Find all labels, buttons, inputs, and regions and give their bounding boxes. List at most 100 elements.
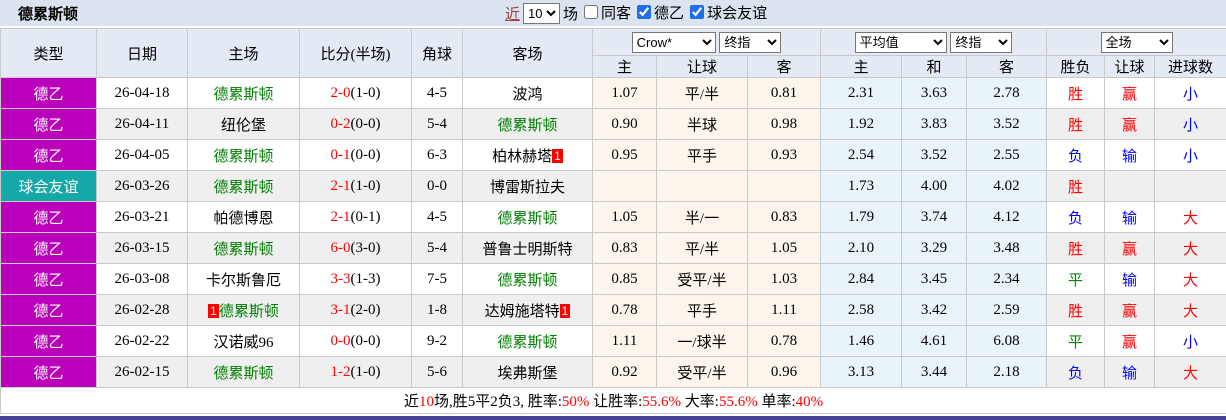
handicap-stage-select[interactable]: 终指 (719, 31, 782, 53)
result-handicap-cell: 输 (1104, 263, 1156, 295)
result-handicap-cell: 输 (1104, 201, 1156, 233)
handicap-home-odds-cell: 0.92 (592, 356, 657, 388)
result-handicap-cell: 赢 (1104, 232, 1156, 264)
recent-link[interactable]: 近 (505, 3, 520, 24)
handicap-away-odds-cell: 0.96 (747, 356, 821, 388)
filter-checkbox[interactable]: 德乙 (631, 2, 684, 23)
handicap-line-cell: 一/球半 (656, 325, 748, 357)
checkbox-input[interactable] (690, 5, 705, 20)
handicap-line-cell (656, 170, 748, 202)
result-wdl-cell: 胜 (1046, 108, 1106, 140)
summary-footer: 近10场,胜5平2负3, 胜率:50% 让胜率:55.6% 大率:55.6% 单… (0, 387, 1226, 414)
checkbox-input[interactable] (637, 5, 652, 20)
match-row: 德乙 26-04-05 德累斯顿 0-1(0-0) 6-3 柏林赫塔 1 0.95 平手 0.93… (0, 139, 1226, 171)
team-name: 埃弗斯堡 (497, 365, 558, 382)
away-team-cell: 德累斯顿 (462, 108, 593, 140)
handicap-home-odds-cell (592, 170, 657, 202)
avg-draw-odds-cell: 3.45 (901, 263, 967, 295)
away-team-cell: 埃弗斯堡 (462, 356, 593, 388)
avg-away-odds-cell: 2.18 (965, 356, 1048, 388)
result-wdl-cell: 胜 (1046, 232, 1106, 264)
col-header-handicap-result: 让球 (1104, 55, 1156, 78)
odds-group-header: 平均值 终指 (819, 28, 1048, 56)
handicap-home-odds-cell: 0.83 (592, 232, 657, 264)
handicap-home-odds-cell: 0.78 (592, 294, 657, 326)
corner-cell: 9-2 (411, 325, 463, 357)
match-row: 德乙 26-02-15 德累斯顿 1-2(1-0) 5-6 埃弗斯堡 0.92 受平/半 0.9… (0, 356, 1226, 388)
filter-controls: 近 10 场 同客 德乙 球会友谊 (505, 0, 767, 26)
bookmaker-select[interactable]: Crow* (631, 31, 716, 53)
filter-checkbox[interactable]: 同客 (578, 2, 631, 23)
score-cell: 0-1(0-0) (299, 139, 412, 171)
handicap-line-cell: 半球 (656, 108, 748, 140)
handicap-away-odds-cell: 0.78 (747, 325, 821, 357)
date-cell: 26-04-18 (96, 77, 188, 109)
filter-checkbox[interactable]: 球会友谊 (684, 2, 767, 23)
handicap-line-cell: 受平/半 (656, 263, 748, 295)
handicap-away-odds-cell: 0.98 (747, 108, 821, 140)
avg-draw-odds-cell: 4.00 (901, 170, 967, 202)
result-handicap-cell: 赢 (1104, 325, 1156, 357)
col-header-odds-away: 客 (965, 55, 1048, 78)
col-header-let-away: 客 (747, 55, 821, 78)
filter-checkboxes: 同客 德乙 球会友谊 (578, 2, 767, 25)
avg-draw-odds-cell: 3.42 (901, 294, 967, 326)
avg-away-odds-cell: 3.48 (965, 232, 1048, 264)
col-header-let-line: 让球 (656, 55, 748, 78)
fulltime-score: 2-1 (330, 177, 351, 194)
halftime-score: (3-0) (350, 239, 381, 256)
team-name: 德累斯顿 (497, 210, 558, 227)
fulltime-score: 2-1 (330, 208, 351, 225)
result-goals-cell: 小 (1154, 139, 1226, 171)
result-goals-cell (1154, 170, 1226, 202)
bottom-divider-bar (0, 416, 1226, 420)
match-row: 德乙 26-03-15 德累斯顿 6-0(3-0) 5-4 普鲁士明斯特 0.83 平/半 1.… (0, 232, 1226, 264)
summary-stat-label: 大率: (681, 394, 719, 410)
handicap-group-header: Crow* 终指 (592, 28, 821, 56)
recent-count-select[interactable]: 10 (523, 2, 561, 24)
halftime-score: (0-1) (350, 208, 381, 225)
odds-stage-select[interactable]: 终指 (950, 31, 1013, 53)
col-header-type: 类型 (0, 28, 97, 78)
result-wdl-cell: 胜 (1046, 170, 1106, 202)
team-name: 德累斯顿 (497, 272, 558, 289)
halftime-score: (1-0) (350, 177, 381, 194)
halftime-score: (0-0) (350, 146, 381, 163)
score-cell: 0-2(0-0) (299, 108, 412, 140)
odds-source-select[interactable]: 平均值 (854, 31, 947, 53)
col-header-corner: 角球 (411, 28, 463, 78)
result-handicap-cell (1104, 170, 1156, 202)
team-name: 汉诺威96 (213, 334, 274, 351)
summary-stat-value: 55.6% (718, 394, 758, 410)
handicap-line-cell: 半/一 (656, 201, 748, 233)
avg-draw-odds-cell: 3.63 (901, 77, 967, 109)
summary-stat-label: 让胜率: (589, 394, 643, 410)
halftime-score: (1-0) (350, 84, 381, 101)
match-type-cell: 德乙 (0, 294, 97, 326)
date-cell: 26-03-15 (96, 232, 188, 264)
date-cell: 26-02-15 (96, 356, 188, 388)
corner-cell: 5-4 (411, 232, 463, 264)
away-team-cell: 德累斯顿 (462, 263, 593, 295)
checkbox-input[interactable] (584, 5, 599, 20)
avg-away-odds-cell: 3.52 (965, 108, 1048, 140)
date-cell: 26-03-21 (96, 201, 188, 233)
avg-home-odds-cell: 2.31 (820, 77, 902, 109)
avg-away-odds-cell: 6.08 (965, 325, 1048, 357)
result-scope-select[interactable]: 全场 (1100, 31, 1173, 53)
avg-draw-odds-cell: 3.74 (901, 201, 967, 233)
col-header-home: 主场 (187, 28, 300, 78)
handicap-line-cell: 平/半 (656, 77, 748, 109)
result-wdl-cell: 平 (1046, 263, 1106, 295)
handicap-home-odds-cell: 0.90 (592, 108, 657, 140)
fulltime-score: 0-2 (330, 115, 351, 132)
result-wdl-cell: 胜 (1046, 294, 1106, 326)
match-type-cell: 德乙 (0, 77, 97, 109)
col-header-date: 日期 (96, 28, 188, 78)
date-cell: 26-03-26 (96, 170, 188, 202)
avg-draw-odds-cell: 3.52 (901, 139, 967, 171)
handicap-away-odds-cell: 1.05 (747, 232, 821, 264)
result-wdl-cell: 负 (1046, 139, 1106, 171)
corner-cell: 5-4 (411, 108, 463, 140)
team-name: 德累斯顿 (213, 179, 274, 196)
